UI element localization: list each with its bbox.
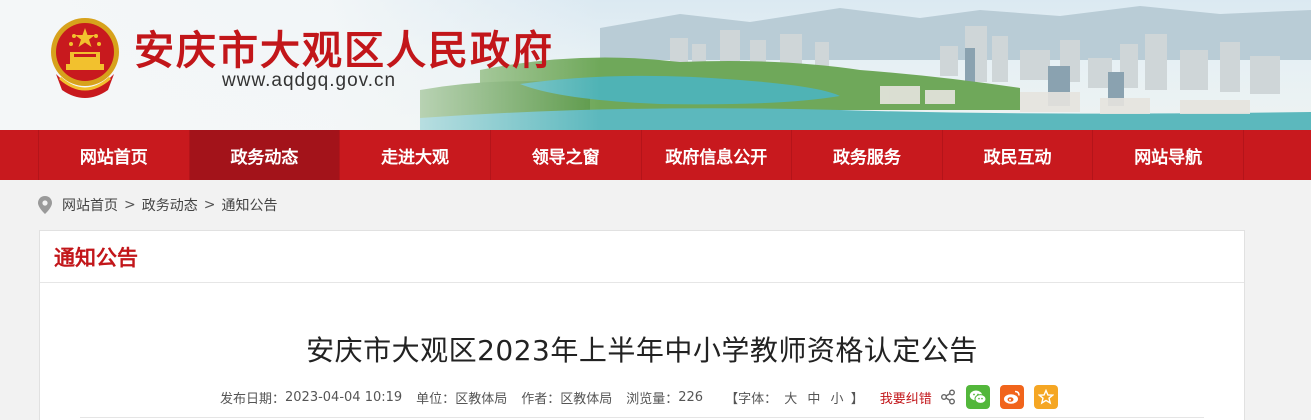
views-value: 226 — [678, 389, 704, 405]
favorite-star-icon — [1037, 389, 1054, 405]
author-label: 作者： — [521, 391, 561, 407]
author-value: 区教体局 — [560, 391, 613, 407]
font-size-close: 】 — [850, 391, 864, 407]
favorite-button[interactable] — [1033, 385, 1058, 409]
content-panel: 通知公告 安庆市大观区2023年上半年中小学教师资格认定公告 发布日期： 202… — [39, 230, 1245, 420]
nav-item-site-map[interactable]: 网站导航 — [1093, 130, 1244, 180]
unit-value: 区教体局 — [455, 391, 508, 407]
site-url: www.aqdgq.gov.cn — [222, 70, 397, 91]
share-icon[interactable] — [940, 389, 956, 405]
nav-item-info-disclosure[interactable]: 政府信息公开 — [642, 130, 793, 180]
nav-item-leadership[interactable]: 领导之窗 — [491, 130, 642, 180]
site-banner: 安庆市大观区人民政府 www.aqdgq.gov.cn — [0, 0, 1311, 130]
nav-item-government-services[interactable]: 政务服务 — [792, 130, 943, 180]
nav-item-home[interactable]: 网站首页 — [38, 130, 190, 180]
nav-item-about-daguan[interactable]: 走进大观 — [340, 130, 491, 180]
location-pin-icon — [38, 196, 52, 214]
article-title: 安庆市大观区2023年上半年中小学教师资格认定公告 — [306, 334, 978, 367]
wechat-share-button[interactable] — [965, 385, 990, 409]
publish-date-label: 发布日期： — [220, 391, 286, 407]
report-error-link[interactable]: 我要纠错 — [880, 388, 932, 407]
breadcrumb-separator: > — [124, 197, 136, 213]
meta-divider — [80, 417, 1204, 418]
font-size-open: 【字体： — [725, 391, 778, 407]
font-size-large[interactable]: 大 — [784, 392, 797, 407]
unit-label: 单位： — [416, 391, 456, 407]
font-size-medium[interactable]: 中 — [807, 392, 820, 407]
views-label: 浏览量： — [626, 391, 679, 407]
panel-header: 通知公告 — [40, 231, 1244, 283]
breadcrumb: 网站首页 > 政务动态 > 通知公告 — [38, 192, 277, 218]
nav-item-government-news[interactable]: 政务动态 — [189, 130, 341, 180]
weibo-share-button[interactable] — [999, 385, 1024, 409]
wechat-icon — [969, 390, 987, 404]
site-title: 安庆市大观区人民政府 — [134, 27, 554, 74]
breadcrumb-home-link[interactable]: 网站首页 — [62, 195, 118, 215]
breadcrumb-separator: > — [203, 197, 216, 213]
nav-item-public-interaction[interactable]: 政民互动 — [943, 130, 1094, 180]
breadcrumb-news-link[interactable]: 政务动态 — [142, 195, 198, 215]
panel-heading: 通知公告 — [54, 245, 138, 270]
article-meta: 发布日期： 2023-04-04 10:19 单位： 区教体局 作者： 区教体局… — [220, 385, 1058, 409]
national-emblem-icon — [51, 18, 119, 98]
weibo-icon — [1003, 390, 1020, 404]
main-nav: 网站首页 政务动态 走进大观 领导之窗 政府信息公开 政务服务 政民互动 网站导… — [0, 130, 1311, 180]
nav-list: 网站首页 政务动态 走进大观 领导之窗 政府信息公开 政务服务 政民互动 网站导… — [38, 130, 1244, 180]
publish-date-value: 2023-04-04 10:19 — [285, 389, 403, 405]
font-size-control: 【字体： 大 中 小 】 — [725, 388, 864, 407]
font-size-small[interactable]: 小 — [831, 392, 844, 407]
breadcrumb-notices-link[interactable]: 通知公告 — [221, 195, 277, 215]
